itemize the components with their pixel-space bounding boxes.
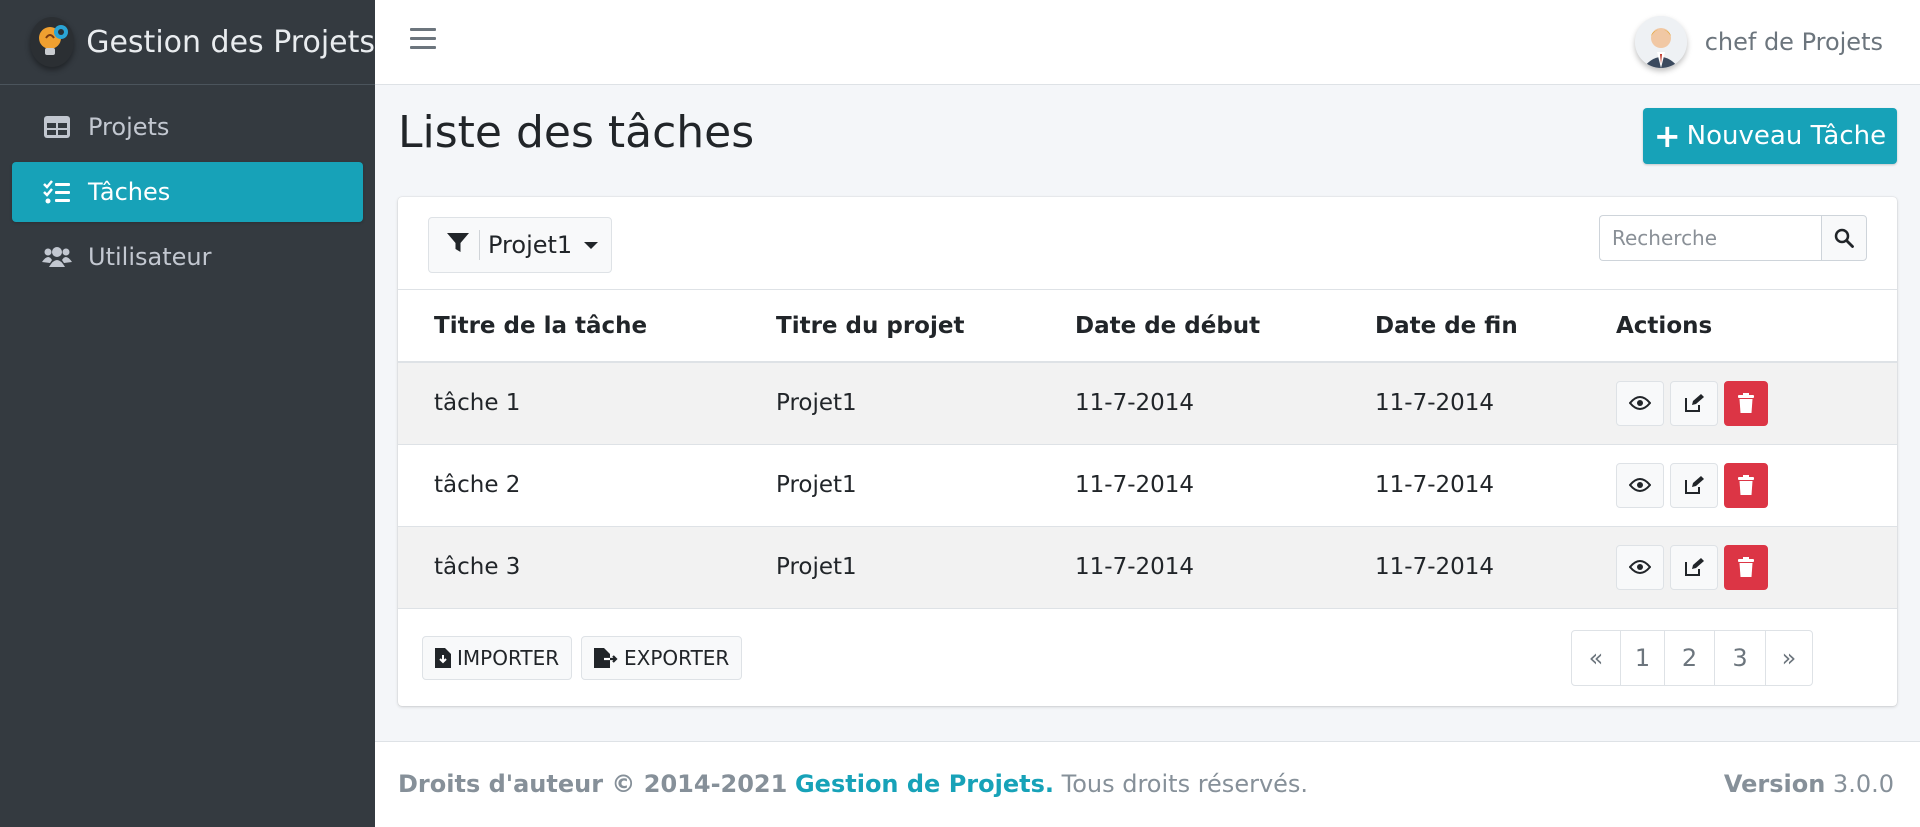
tasks-card: Projet1 Titre de la tâche Titre du proje… bbox=[398, 197, 1897, 706]
column-header: Actions bbox=[1616, 312, 1713, 339]
start-date-cell: 11-7-2014 bbox=[1075, 390, 1195, 417]
row-actions bbox=[1616, 380, 1897, 426]
edit-button[interactable] bbox=[1670, 462, 1718, 508]
export-label: EXPORTER bbox=[624, 646, 730, 670]
trash-icon bbox=[1738, 475, 1754, 495]
column-header[interactable]: Date de début bbox=[1039, 290, 1339, 362]
copyright: Droits d'auteur © 2014-2021 Gestion de P… bbox=[398, 770, 1308, 798]
table-icon bbox=[42, 112, 72, 142]
search-input[interactable] bbox=[1599, 215, 1821, 261]
import-label: IMPORTER bbox=[457, 646, 560, 670]
eye-icon bbox=[1629, 560, 1651, 574]
sidebar-nav: Projets Tâches Utilisateur bbox=[0, 85, 375, 304]
version: Version 3.0.0 bbox=[1724, 770, 1894, 798]
end-date-cell: 11-7-2014 bbox=[1375, 390, 1495, 417]
brand-title: Gestion des Projets bbox=[86, 24, 375, 60]
users-icon bbox=[42, 242, 72, 272]
brand-link[interactable]: Gestion de Projets. bbox=[795, 770, 1054, 798]
card-header: Projet1 bbox=[398, 197, 1897, 290]
delete-button[interactable] bbox=[1724, 380, 1768, 426]
filter-selected-value: Projet1 bbox=[488, 231, 573, 259]
version-number: 3.0.0 bbox=[1832, 770, 1894, 798]
eye-icon bbox=[1629, 396, 1651, 411]
project-filter-dropdown[interactable]: Projet1 bbox=[428, 217, 612, 273]
trash-icon bbox=[1738, 557, 1754, 577]
task-title-cell: tâche 1 bbox=[434, 390, 521, 417]
user-name: chef de Projets bbox=[1704, 28, 1883, 56]
delete-button[interactable] bbox=[1724, 544, 1768, 590]
filter-icon bbox=[447, 232, 469, 258]
brand-logo-icon bbox=[30, 17, 75, 67]
start-date-cell: 11-7-2014 bbox=[1075, 554, 1195, 580]
avatar bbox=[1634, 16, 1687, 68]
new-task-label: Nouveau Tâche bbox=[1686, 121, 1887, 151]
trash-icon bbox=[1738, 393, 1754, 414]
search-icon bbox=[1834, 228, 1854, 248]
column-header[interactable]: Titre du projet bbox=[740, 290, 1039, 362]
pagination-page[interactable]: 1 bbox=[1620, 631, 1664, 685]
plus-icon: + bbox=[1653, 117, 1681, 155]
search-group bbox=[1599, 215, 1867, 261]
end-date-cell: 11-7-2014 bbox=[1375, 554, 1495, 580]
edit-icon bbox=[1685, 558, 1704, 576]
column-header[interactable]: Titre de la tâche bbox=[398, 290, 740, 362]
project-title-cell: Projet1 bbox=[776, 554, 857, 580]
sidebar-item-label: Projets bbox=[88, 113, 170, 141]
project-title-cell: Projet1 bbox=[776, 390, 857, 417]
table-header-row: Titre de la tâche Titre du projet Date d… bbox=[398, 290, 1897, 362]
view-button[interactable] bbox=[1616, 544, 1664, 590]
edit-icon bbox=[1685, 476, 1704, 494]
row-actions bbox=[1616, 544, 1897, 590]
delete-button[interactable] bbox=[1724, 462, 1768, 508]
task-title-cell: tâche 2 bbox=[434, 472, 521, 498]
row-actions bbox=[1616, 462, 1897, 508]
tasks-table: Titre de la tâche Titre du projet Date d… bbox=[398, 290, 1897, 609]
start-date-cell: 11-7-2014 bbox=[1075, 472, 1195, 498]
sidebar-item-label: Utilisateur bbox=[88, 243, 212, 271]
file-export-icon bbox=[594, 648, 618, 668]
new-task-button[interactable]: + Nouveau Tâche bbox=[1643, 108, 1897, 164]
edit-icon bbox=[1685, 394, 1704, 413]
pagination: « 1 2 3 » bbox=[1571, 630, 1813, 686]
import-button[interactable]: IMPORTER bbox=[422, 636, 573, 680]
view-button[interactable] bbox=[1616, 462, 1664, 508]
sidebar-item-utilisateur[interactable]: Utilisateur bbox=[12, 227, 363, 287]
sidebar-item-taches[interactable]: Tâches bbox=[12, 162, 363, 222]
rights-text: Tous droits réservés. bbox=[1061, 770, 1309, 798]
user-menu[interactable]: chef de Projets bbox=[1634, 10, 1883, 74]
table-row: tâche 1 Projet1 11-7-2014 11-7-2014 bbox=[398, 362, 1897, 444]
export-button[interactable]: EXPORTER bbox=[581, 636, 743, 680]
pagination-prev[interactable]: « bbox=[1572, 631, 1620, 685]
version-label: Version bbox=[1723, 770, 1826, 798]
sidebar-item-projets[interactable]: Projets bbox=[12, 97, 363, 157]
pagination-page[interactable]: 2 bbox=[1664, 631, 1714, 685]
card-footer: IMPORTER EXPORTER « 1 2 3 » bbox=[398, 612, 1897, 706]
page-title: Liste des tâches bbox=[398, 107, 755, 158]
table-row: tâche 2 Projet1 11-7-2014 11-7-2014 bbox=[398, 444, 1897, 526]
menu-toggle-icon[interactable] bbox=[410, 28, 436, 54]
view-button[interactable] bbox=[1616, 380, 1664, 426]
file-import-icon bbox=[435, 648, 451, 668]
table-row: tâche 3 Projet1 11-7-2014 11-7-2014 bbox=[398, 526, 1897, 608]
project-title-cell: Projet1 bbox=[776, 472, 857, 498]
column-header[interactable]: Date de fin bbox=[1339, 290, 1580, 362]
end-date-cell: 11-7-2014 bbox=[1375, 472, 1495, 498]
tasks-list-icon bbox=[42, 177, 72, 207]
top-navbar: chef de Projets bbox=[375, 0, 1920, 85]
search-button[interactable] bbox=[1821, 215, 1867, 261]
copyright-prefix: Droits d'auteur © 2014-2021 bbox=[398, 770, 788, 798]
pagination-page[interactable]: 3 bbox=[1714, 631, 1765, 685]
chevron-down-icon bbox=[584, 241, 599, 249]
page-footer: Droits d'auteur © 2014-2021 Gestion de P… bbox=[375, 741, 1920, 827]
edit-button[interactable] bbox=[1670, 380, 1718, 426]
task-title-cell: tâche 3 bbox=[434, 554, 521, 580]
sidebar: Gestion des Projets Projets Tâches Utili… bbox=[0, 0, 375, 827]
eye-icon bbox=[1629, 478, 1651, 492]
pagination-next[interactable]: » bbox=[1765, 631, 1812, 685]
brand[interactable]: Gestion des Projets bbox=[0, 0, 375, 85]
edit-button[interactable] bbox=[1670, 544, 1718, 590]
sidebar-item-label: Tâches bbox=[88, 178, 171, 206]
